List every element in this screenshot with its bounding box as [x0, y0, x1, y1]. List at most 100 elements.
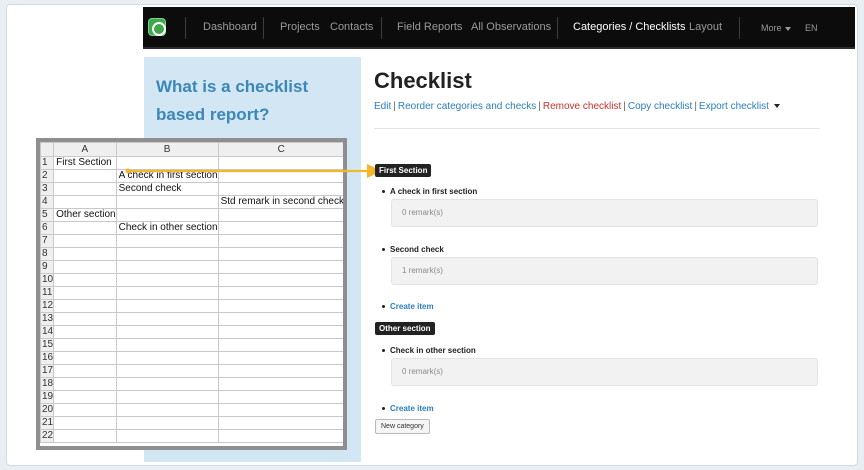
reorder-link[interactable]: Reorder categories and checks: [398, 101, 536, 112]
chevron-down-icon[interactable]: [773, 104, 780, 109]
sheet-cell: [344, 248, 347, 261]
sheet-row: 11: [40, 286, 347, 300]
sheet-cell: [344, 261, 347, 274]
sheet-cell: [344, 404, 347, 417]
sheet-cell: [115, 403, 219, 417]
create-item-link[interactable]: Create item: [382, 404, 434, 413]
row-number: 17: [40, 364, 55, 378]
sheet-cell: Second check: [115, 182, 219, 196]
sheet-cell: [217, 286, 343, 300]
sheet-cell: [115, 273, 219, 287]
sheet-cell: [344, 235, 347, 248]
new-category-button[interactable]: New category: [375, 419, 430, 434]
sheet-cell: [217, 299, 343, 313]
checklist-actions: Edit | Reorder categories and checks | Remov…: [374, 101, 780, 112]
remove-checklist-link[interactable]: Remove checklist: [543, 101, 621, 112]
sheet-cell: [344, 274, 347, 287]
nav-item-all-observations[interactable]: All Observations: [471, 21, 551, 33]
sheet-row: 15: [40, 338, 347, 352]
remarks-box[interactable]: 0 remark(s): [391, 358, 818, 386]
sheet-cell: [217, 338, 343, 352]
column-header: D: [344, 143, 347, 157]
sheet-cell: [217, 325, 343, 339]
sheet-cell: [344, 430, 347, 443]
sheet-cell: [344, 326, 347, 339]
remarks-box[interactable]: 1 remark(s): [391, 257, 818, 285]
sheet-cell: [115, 247, 219, 261]
corner-cell: [40, 142, 55, 157]
row-number: 18: [40, 377, 55, 391]
sheet-cell: [115, 208, 219, 222]
sheet-cell: [53, 403, 117, 417]
row-number: 16: [40, 351, 55, 365]
sheet-row: 8: [40, 247, 347, 261]
row-number: 20: [40, 403, 55, 417]
nav-language-switch[interactable]: EN: [805, 23, 818, 33]
nav-item-projects[interactable]: Projects: [280, 21, 320, 33]
sheet-cell: [53, 234, 117, 248]
section-badge-first: First Section: [375, 164, 432, 177]
sheet-cell: [115, 338, 219, 352]
page-title: Checklist: [374, 68, 472, 93]
nav-item-dashboard[interactable]: Dashboard: [203, 21, 257, 33]
separator: |: [393, 101, 396, 112]
sheet-cell: [217, 247, 343, 261]
sheet-cell: [217, 182, 343, 196]
sheet-cell: [53, 325, 117, 339]
sheet-cell: [53, 169, 117, 183]
row-number: 11: [40, 286, 55, 300]
sheet-cell: [344, 313, 347, 326]
sheet-cell: [115, 364, 219, 378]
row-number: 5: [40, 208, 55, 222]
sheet-cell: [53, 429, 117, 443]
nav-divider: [557, 17, 558, 39]
sheet-cell: Check in other section: [115, 221, 219, 235]
check-item: Check in other section: [382, 346, 476, 355]
sheet-cell: [217, 429, 343, 443]
sheet-cell: [115, 234, 219, 248]
nav-item-layout[interactable]: Layout: [689, 21, 722, 33]
sheet-cell: [217, 416, 343, 430]
remarks-box[interactable]: 0 remark(s): [391, 199, 818, 227]
create-item-label: Create item: [390, 404, 434, 413]
info-heading: What is a checklist based report?: [156, 77, 309, 124]
sheet-cell: [217, 260, 343, 274]
arrow-connector-icon: [125, 164, 382, 178]
sheet-cell: [344, 417, 347, 430]
sheet-cell: [344, 222, 347, 235]
sheet-cell: [344, 339, 347, 352]
sheet-row: 21: [40, 416, 347, 430]
sheet-cell: [115, 416, 219, 430]
sheet-row: 18: [40, 377, 343, 391]
sheet-row: 4 Std remark in second check: [40, 195, 347, 209]
nav-divider: [185, 17, 186, 39]
sheet-cell: [344, 287, 347, 300]
sheet-row: 22: [40, 429, 347, 443]
nav-item-contacts[interactable]: Contacts: [330, 21, 373, 33]
copy-checklist-link[interactable]: Copy checklist: [628, 101, 692, 112]
sheet-cell: [53, 182, 117, 196]
nav-item-field-reports[interactable]: Field Reports: [397, 21, 462, 33]
sheet-cell: [53, 299, 117, 313]
create-item-link[interactable]: Create item: [382, 302, 434, 311]
sheet-row: 12: [40, 299, 343, 313]
export-checklist-link[interactable]: Export checklist: [699, 101, 769, 112]
app-logo-icon[interactable]: [148, 18, 166, 36]
sheet-row: 7: [40, 234, 347, 248]
spreadsheet-screenshot: A B C D E 1First Section2A check in firs…: [36, 138, 347, 450]
sheet-row: 6 Check in other section: [40, 221, 347, 235]
nav-more-menu[interactable]: More: [761, 23, 791, 33]
sheet-cell: [53, 312, 117, 326]
row-number: 21: [40, 416, 55, 430]
sheet-cell: [344, 196, 347, 209]
edit-link[interactable]: Edit: [374, 101, 391, 112]
sheet-cell: [115, 429, 219, 443]
sheet-cell: [217, 273, 343, 287]
sheet-cell: [115, 312, 219, 326]
sheet-row: 10: [40, 273, 347, 287]
sheet-cell: [344, 352, 347, 365]
nav-item-categories-checklists[interactable]: Categories / Checklists: [573, 21, 686, 33]
sheet-cell: [115, 377, 219, 391]
check-item: Second check: [382, 245, 444, 254]
chevron-down-icon: [784, 26, 791, 31]
